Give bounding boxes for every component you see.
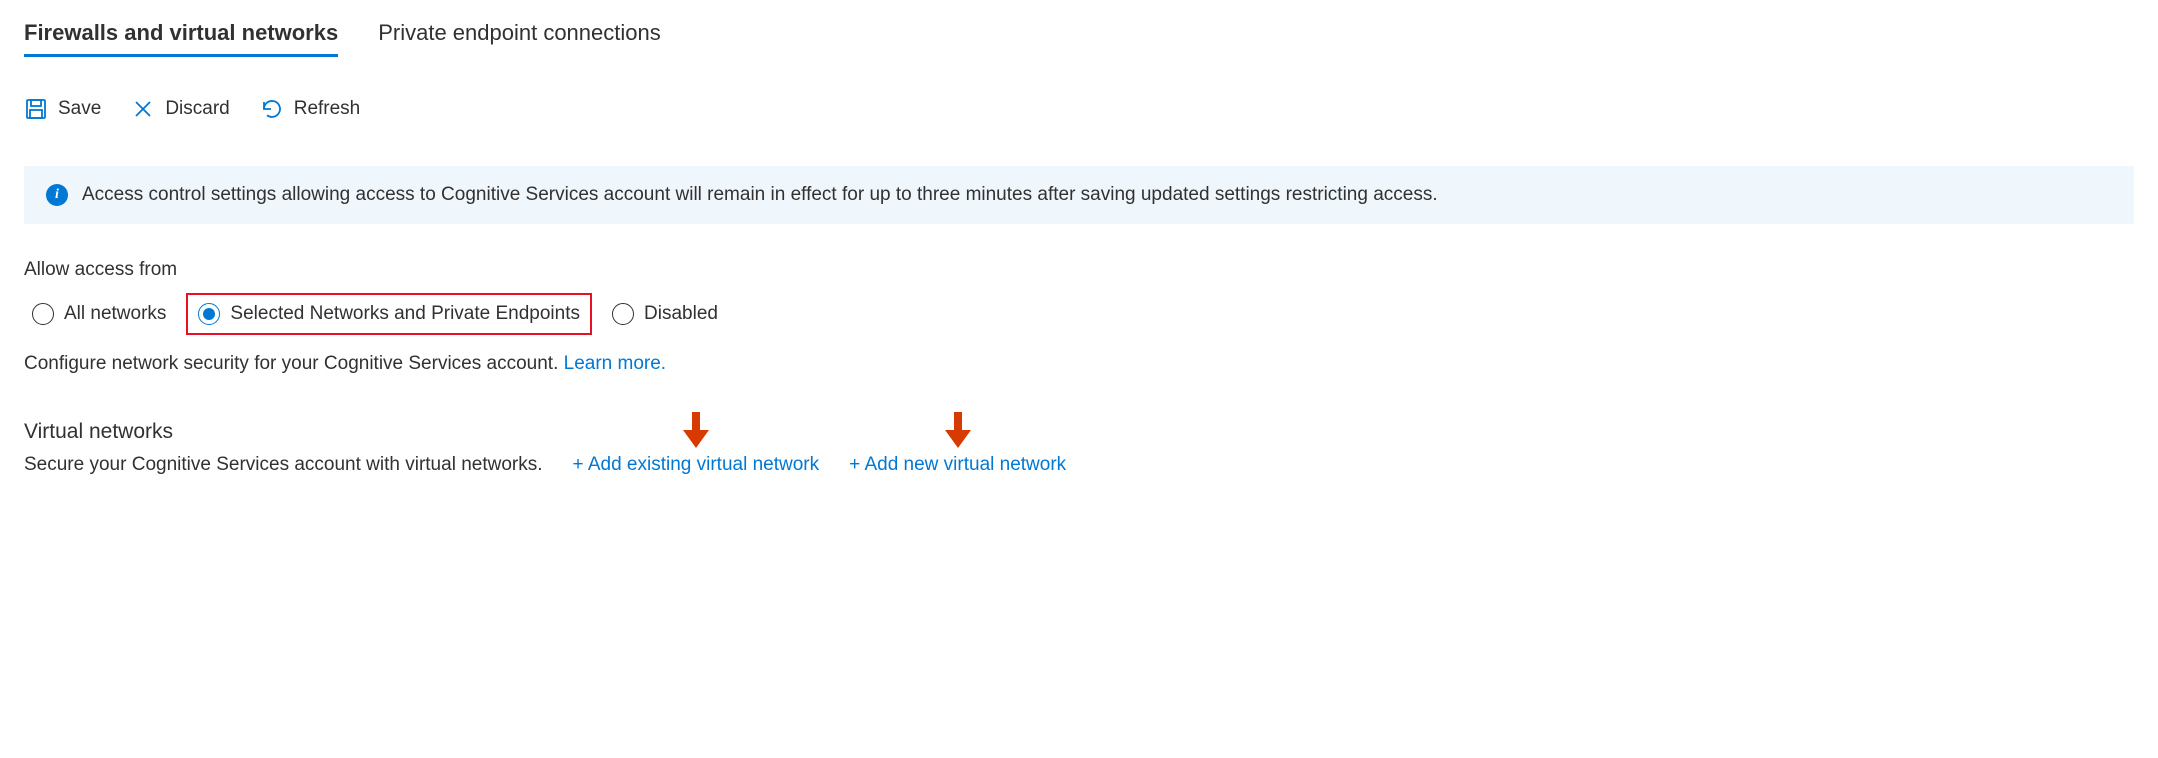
- discard-button[interactable]: Discard: [131, 97, 229, 121]
- radio-all-networks[interactable]: All networks: [24, 297, 174, 331]
- radio-selected-networks[interactable]: Selected Networks and Private Endpoints: [186, 293, 592, 335]
- info-icon: i: [46, 184, 68, 206]
- save-button[interactable]: Save: [24, 97, 101, 121]
- toolbar: Save Discard Refresh: [24, 97, 2134, 121]
- refresh-icon: [260, 97, 284, 121]
- radio-all-label: All networks: [64, 303, 166, 325]
- tab-firewalls[interactable]: Firewalls and virtual networks: [24, 20, 338, 57]
- add-existing-vnet-link[interactable]: + Add existing virtual network: [573, 454, 820, 476]
- add-new-vnet-link[interactable]: + Add new virtual network: [849, 454, 1066, 476]
- tab-private-endpoints[interactable]: Private endpoint connections: [378, 20, 661, 57]
- refresh-label: Refresh: [294, 98, 361, 120]
- radio-disabled-label: Disabled: [644, 303, 718, 325]
- refresh-button[interactable]: Refresh: [260, 97, 361, 121]
- radio-group-access: All networks Selected Networks and Priva…: [24, 293, 2134, 335]
- close-icon: [131, 97, 155, 121]
- arrow-down-icon: [683, 412, 709, 454]
- radio-circle-icon: [32, 303, 54, 325]
- virtual-networks-row: Secure your Cognitive Services account w…: [24, 454, 2134, 476]
- radio-disabled[interactable]: Disabled: [604, 297, 726, 331]
- virtual-networks-description: Secure your Cognitive Services account w…: [24, 454, 543, 476]
- info-bar: i Access control settings allowing acces…: [24, 166, 2134, 224]
- save-icon: [24, 97, 48, 121]
- learn-more-link[interactable]: Learn more.: [564, 353, 666, 374]
- virtual-networks-heading: Virtual networks: [24, 420, 2134, 444]
- save-label: Save: [58, 98, 101, 120]
- radio-circle-checked-icon: [198, 303, 220, 325]
- allow-access-label: Allow access from: [24, 259, 2134, 281]
- radio-circle-icon: [612, 303, 634, 325]
- arrow-down-icon: [945, 412, 971, 454]
- tabs-container: Firewalls and virtual networks Private e…: [24, 20, 2134, 57]
- info-message: Access control settings allowing access …: [82, 184, 1438, 206]
- radio-selected-label: Selected Networks and Private Endpoints: [230, 303, 580, 325]
- discard-label: Discard: [165, 98, 229, 120]
- network-description: Configure network security for your Cogn…: [24, 353, 2134, 375]
